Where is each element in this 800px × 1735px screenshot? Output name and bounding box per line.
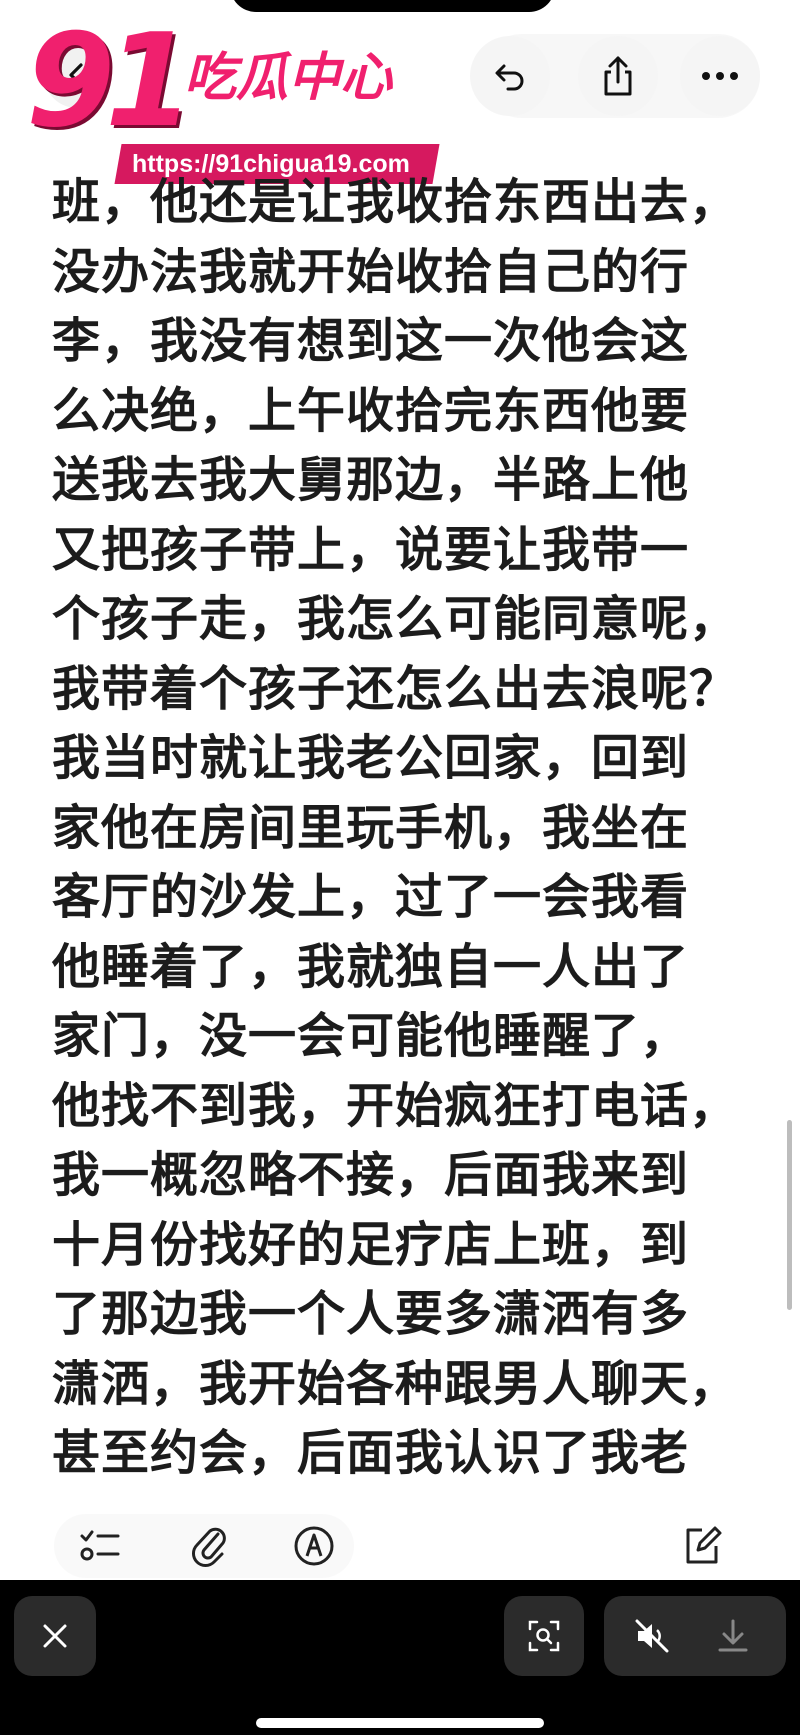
text-line: 么决绝，上午收拾完东西他要 (52, 382, 690, 439)
note-body: 班，他还是让我收拾东西出去， 没办法我就开始收拾自己的行 李，我没有想到这一次他… (52, 168, 752, 1489)
text-line: 客厅的沙发上，过了一会我看 (52, 869, 690, 925)
note-edit-toolbar (0, 1510, 800, 1580)
share-icon (604, 56, 632, 96)
live-text-button[interactable] (504, 1596, 584, 1676)
mute-button[interactable] (634, 1618, 670, 1658)
more-button[interactable] (680, 36, 760, 116)
compose-button[interactable] (680, 1524, 724, 1568)
more-icon (702, 72, 738, 80)
speaker-muted-icon (635, 1619, 669, 1653)
watermark-title: 吃瓜中心 (184, 48, 393, 108)
media-controls (604, 1596, 786, 1676)
undo-icon (495, 64, 524, 91)
close-button[interactable] (14, 1596, 96, 1676)
text-line: 十月份找好的足疗店上班，到 (52, 1216, 690, 1273)
text-line: 甚至约会，后面我认识了我老 (52, 1425, 690, 1481)
text-line: 送我去我大舅那边，半路上他 (52, 452, 690, 508)
home-indicator[interactable] (256, 1718, 544, 1728)
paperclip-icon (192, 1527, 226, 1567)
text-line: 家门，没一会可能他睡醒了， (52, 1008, 690, 1064)
text-line: 班，他还是让我收拾东西出去， (52, 174, 739, 230)
media-viewer-bar (0, 1580, 800, 1735)
undo-button[interactable] (470, 36, 550, 116)
text-line: 潇洒，我开始各种跟男人聊天， (52, 1355, 739, 1412)
checklist-button[interactable] (78, 1524, 122, 1568)
text-line: 家他在房间里玩手机，我坐在 (52, 799, 690, 856)
checklist-icon (80, 1530, 120, 1561)
close-icon (43, 1624, 67, 1648)
text-line: 了那边我一个人要多潇洒有多 (52, 1286, 690, 1342)
scroll-indicator[interactable] (787, 1120, 792, 1310)
live-text-icon (528, 1620, 560, 1652)
text-line: 又把孩子带上，说要让我带一 (52, 521, 690, 578)
text-line: 我带着个孩子还怎么出去浪呢？ (52, 660, 739, 717)
share-button[interactable] (578, 36, 658, 116)
text-line: 李，我没有想到这一次他会这 (52, 313, 690, 369)
attach-button[interactable] (188, 1524, 232, 1568)
site-watermark: 91 吃瓜中心 https://91chigua19.com (26, 18, 440, 184)
text-line: 他睡着了，我就独自一人出了 (52, 938, 690, 995)
markup-button[interactable] (292, 1524, 336, 1568)
text-line: 他找不到我，开始疯狂打电话， (52, 1077, 739, 1134)
download-button[interactable] (716, 1618, 750, 1658)
compose-icon (686, 1526, 722, 1564)
markup-pen-icon (294, 1526, 334, 1566)
text-line: 个孩子走，我怎么可能同意呢， (52, 591, 739, 647)
download-icon (718, 1619, 748, 1652)
text-line: 我一概忽略不接，后面我来到 (52, 1147, 690, 1203)
text-line: 没办法我就开始收拾自己的行 (52, 243, 690, 300)
text-line: 我当时就让我老公回家，回到 (52, 730, 690, 786)
watermark-number: 91 (26, 7, 194, 156)
